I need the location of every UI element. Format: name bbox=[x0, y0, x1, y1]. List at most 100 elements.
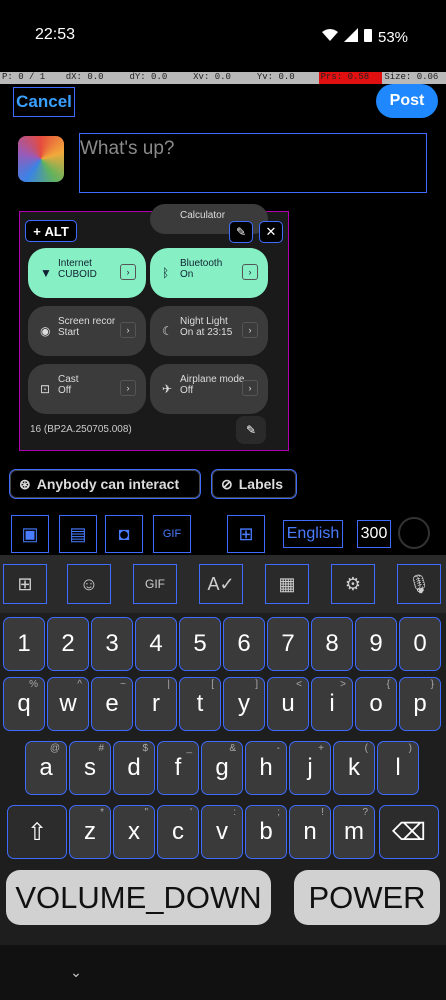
key-h[interactable]: h- bbox=[245, 741, 287, 795]
key-2[interactable]: 2 bbox=[47, 617, 89, 671]
key-label: w bbox=[59, 690, 77, 717]
settings-gear-icon[interactable]: ⚙ bbox=[331, 564, 375, 604]
airplane-tile: ✈ Airplane mode Off › bbox=[150, 364, 268, 414]
key-z[interactable]: z * bbox=[69, 805, 111, 859]
key-e[interactable]: e ~ bbox=[91, 677, 133, 731]
key-alt-label: < bbox=[296, 679, 302, 690]
interaction-settings-button[interactable]: ⊛ Anybody can interact bbox=[9, 469, 201, 499]
camera-icon[interactable]: ◘ bbox=[105, 515, 143, 553]
key-6[interactable]: 6 bbox=[223, 617, 265, 671]
key-label: 9 bbox=[369, 630, 383, 657]
apps-grid-icon[interactable]: ⊞ bbox=[3, 564, 47, 604]
key-alt-label: ^ bbox=[77, 679, 82, 690]
key-label: n bbox=[303, 818, 317, 845]
text-style-icon[interactable]: A✓ bbox=[199, 564, 243, 604]
key-alt-label: ? bbox=[362, 807, 368, 818]
key-x[interactable]: x " bbox=[113, 805, 155, 859]
key-alt-label: ] bbox=[255, 679, 258, 690]
key-g[interactable]: g & bbox=[201, 741, 243, 795]
key-m[interactable]: m? bbox=[333, 805, 375, 859]
pointer-dy: dY: 0.0 bbox=[129, 72, 168, 82]
key-label: a bbox=[39, 754, 53, 781]
wifi-icon bbox=[322, 28, 338, 47]
image-preview[interactable]: Calculator ▼ Internet CUBOID › ᛒ Bluetoo… bbox=[19, 204, 289, 451]
backspace-key[interactable]: ⌫ bbox=[379, 805, 439, 859]
key-i[interactable]: i > bbox=[311, 677, 353, 731]
calculator-label: Calculator bbox=[180, 210, 226, 221]
key-label: q bbox=[17, 690, 31, 717]
key-alt-label: _ bbox=[186, 743, 192, 754]
gif-icon[interactable]: GIF bbox=[153, 515, 191, 553]
key-alt-label: > bbox=[340, 679, 346, 690]
key-label: t bbox=[196, 690, 204, 717]
sticker-icon[interactable]: ☺ bbox=[67, 564, 111, 604]
key-n[interactable]: n! bbox=[289, 805, 331, 859]
backspace-icon: ⌫ bbox=[392, 818, 426, 846]
key-label: y bbox=[238, 690, 250, 717]
microphone-icon[interactable]: 🎙 bbox=[397, 564, 441, 604]
key-r[interactable]: r | bbox=[135, 677, 177, 731]
key-1[interactable]: 1 bbox=[3, 617, 45, 671]
keyboard-hide-icon[interactable]: ⌄ bbox=[62, 960, 90, 984]
language-selector[interactable]: English bbox=[283, 520, 343, 548]
key-5[interactable]: 5 bbox=[179, 617, 221, 671]
key-label: j bbox=[307, 754, 313, 781]
key-u[interactable]: u < bbox=[267, 677, 309, 731]
key-label: 6 bbox=[237, 630, 251, 657]
key-label: g bbox=[215, 754, 229, 781]
key-label: i bbox=[329, 690, 335, 717]
bluetooth-tile: ᛒ Bluetooth On › bbox=[150, 248, 268, 298]
key-o[interactable]: o{ bbox=[355, 677, 397, 731]
key-label: 8 bbox=[325, 630, 339, 657]
key-8[interactable]: 8 bbox=[311, 617, 353, 671]
gif-keyboard-icon[interactable]: GIF bbox=[133, 564, 177, 604]
post-text-input[interactable]: What's up? bbox=[79, 133, 427, 193]
battery-icon bbox=[364, 28, 372, 47]
key-s[interactable]: s # bbox=[69, 741, 111, 795]
chevron-right-icon: › bbox=[120, 322, 136, 338]
key-d[interactable]: d $ bbox=[113, 741, 155, 795]
alt-text-button[interactable]: + ALT bbox=[25, 220, 77, 242]
key-4[interactable]: 4 bbox=[135, 617, 177, 671]
key-label: f bbox=[174, 754, 182, 781]
cancel-button[interactable]: Cancel bbox=[13, 87, 75, 117]
key-0[interactable]: 0 bbox=[399, 617, 441, 671]
edit-image-button[interactable]: ✎ bbox=[229, 221, 253, 243]
key-alt-label: ~ bbox=[120, 679, 126, 690]
shift-key[interactable]: ⇧ bbox=[7, 805, 67, 859]
key-j[interactable]: j + bbox=[289, 741, 331, 795]
key-b[interactable]: b; bbox=[245, 805, 287, 859]
avatar[interactable] bbox=[18, 136, 64, 182]
key-t[interactable]: t[ bbox=[179, 677, 221, 731]
key-l[interactable]: l) bbox=[377, 741, 419, 795]
signal-icon bbox=[344, 27, 358, 47]
key-q[interactable]: q% bbox=[3, 677, 45, 731]
key-w[interactable]: w ^ bbox=[47, 677, 89, 731]
shift-icon: ⇧ bbox=[26, 818, 48, 846]
key-label: o bbox=[369, 690, 383, 717]
key-a[interactable]: a @ bbox=[25, 741, 67, 795]
battery-percentage: 53% bbox=[378, 28, 409, 46]
video-icon[interactable]: ▤ bbox=[59, 515, 97, 553]
pointer-count: P: 0 / 1 bbox=[2, 72, 46, 82]
plus-icon: + bbox=[33, 223, 45, 239]
key-label: x bbox=[128, 818, 140, 845]
volume-down-overlay: VOLUME_DOWN bbox=[6, 870, 271, 925]
key-v[interactable]: v: bbox=[201, 805, 243, 859]
post-button[interactable]: Post bbox=[376, 84, 438, 118]
labels-button[interactable]: ⊘ Labels bbox=[211, 469, 297, 499]
grid-icon[interactable]: ⊞ bbox=[227, 515, 265, 553]
pointer-size: Size: 0.06 bbox=[384, 72, 439, 82]
key-f[interactable]: f _ bbox=[157, 741, 199, 795]
photo-icon[interactable]: ▣ bbox=[11, 515, 49, 553]
key-k[interactable]: k( bbox=[333, 741, 375, 795]
key-c[interactable]: c ' bbox=[157, 805, 199, 859]
key-y[interactable]: y] bbox=[223, 677, 265, 731]
key-p[interactable]: p} bbox=[399, 677, 441, 731]
remove-image-button[interactable]: ✕ bbox=[259, 221, 283, 243]
key-9[interactable]: 9 bbox=[355, 617, 397, 671]
clipboard-icon[interactable]: ▦ bbox=[265, 564, 309, 604]
key-3[interactable]: 3 bbox=[91, 617, 133, 671]
screen-record-tile: ◉ Screen recor Start › bbox=[28, 306, 146, 356]
key-7[interactable]: 7 bbox=[267, 617, 309, 671]
